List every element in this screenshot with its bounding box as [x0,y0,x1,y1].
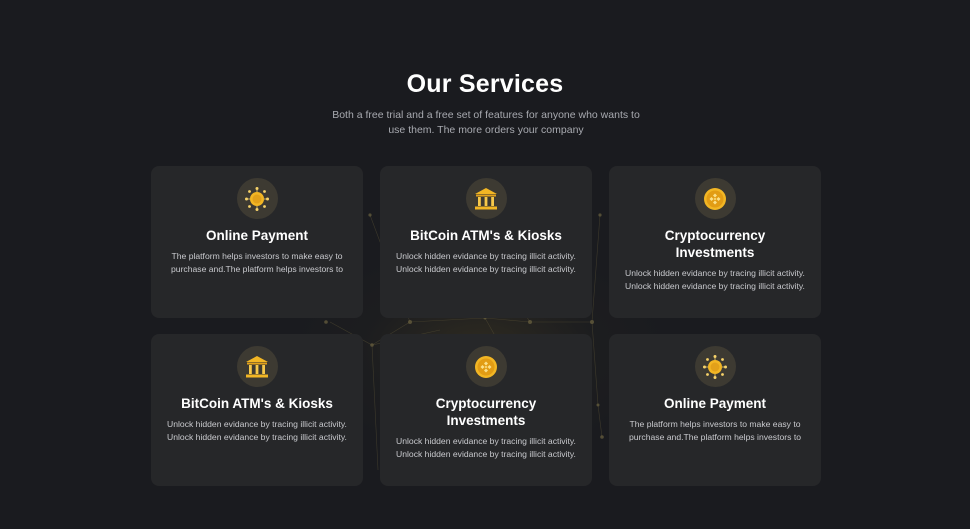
service-card-description: The platform helps investors to make eas… [171,251,343,274]
section-title: Our Services [406,70,564,98]
service-icon-circle [465,346,507,387]
service-card-description: Unlock hidden evidance by tracing illici… [625,268,805,291]
service-card-crypto-investments[interactable]: Cryptocurrency Investments Unlock hidden… [380,334,592,486]
service-card-title: BitCoin ATM's & Kiosks [181,396,333,411]
service-card-title: Cryptocurrency Investments [664,228,766,260]
coin-network-icon [245,186,269,211]
service-card-bitcoin-atm[interactable]: BitCoin ATM's & Kiosks Unlock hidden evi… [151,334,363,486]
service-card-title: Online Payment [205,228,309,243]
service-card-description: Unlock hidden evidance by tracing illici… [396,251,576,274]
service-card-description: Unlock hidden evidance by tracing illici… [396,436,576,459]
service-card-title: Online Payment [663,396,767,411]
coin-network-icon [703,354,727,379]
services-section: Our Services Both a free trial and a fre… [0,0,970,529]
service-card-title: BitCoin ATM's & Kiosks [410,228,562,243]
bank-building-icon [246,355,268,377]
bank-building-icon [475,187,497,209]
binance-coin-icon [475,355,497,378]
service-card-description: Unlock hidden evidance by tracing illici… [167,419,347,442]
service-icon-circle [236,178,278,219]
service-icon-circle [694,346,736,387]
section-subtitle: Both a free trial and a free set of feat… [332,109,640,136]
service-card-bitcoin-atm[interactable]: BitCoin ATM's & Kiosks Unlock hidden evi… [380,166,592,318]
service-card-description: The platform helps investors to make eas… [629,419,801,442]
service-card-online-payment[interactable]: Online Payment The platform helps invest… [151,166,363,318]
service-icon-circle [465,178,507,219]
service-icon-circle [236,346,278,387]
service-card-online-payment[interactable]: Online Payment The platform helps invest… [609,334,821,486]
service-icon-circle [694,178,736,219]
binance-coin-icon [704,187,726,210]
service-card-crypto-investments[interactable]: Cryptocurrency Investments Unlock hidden… [609,166,821,318]
service-card-title: Cryptocurrency Investments [435,396,537,428]
